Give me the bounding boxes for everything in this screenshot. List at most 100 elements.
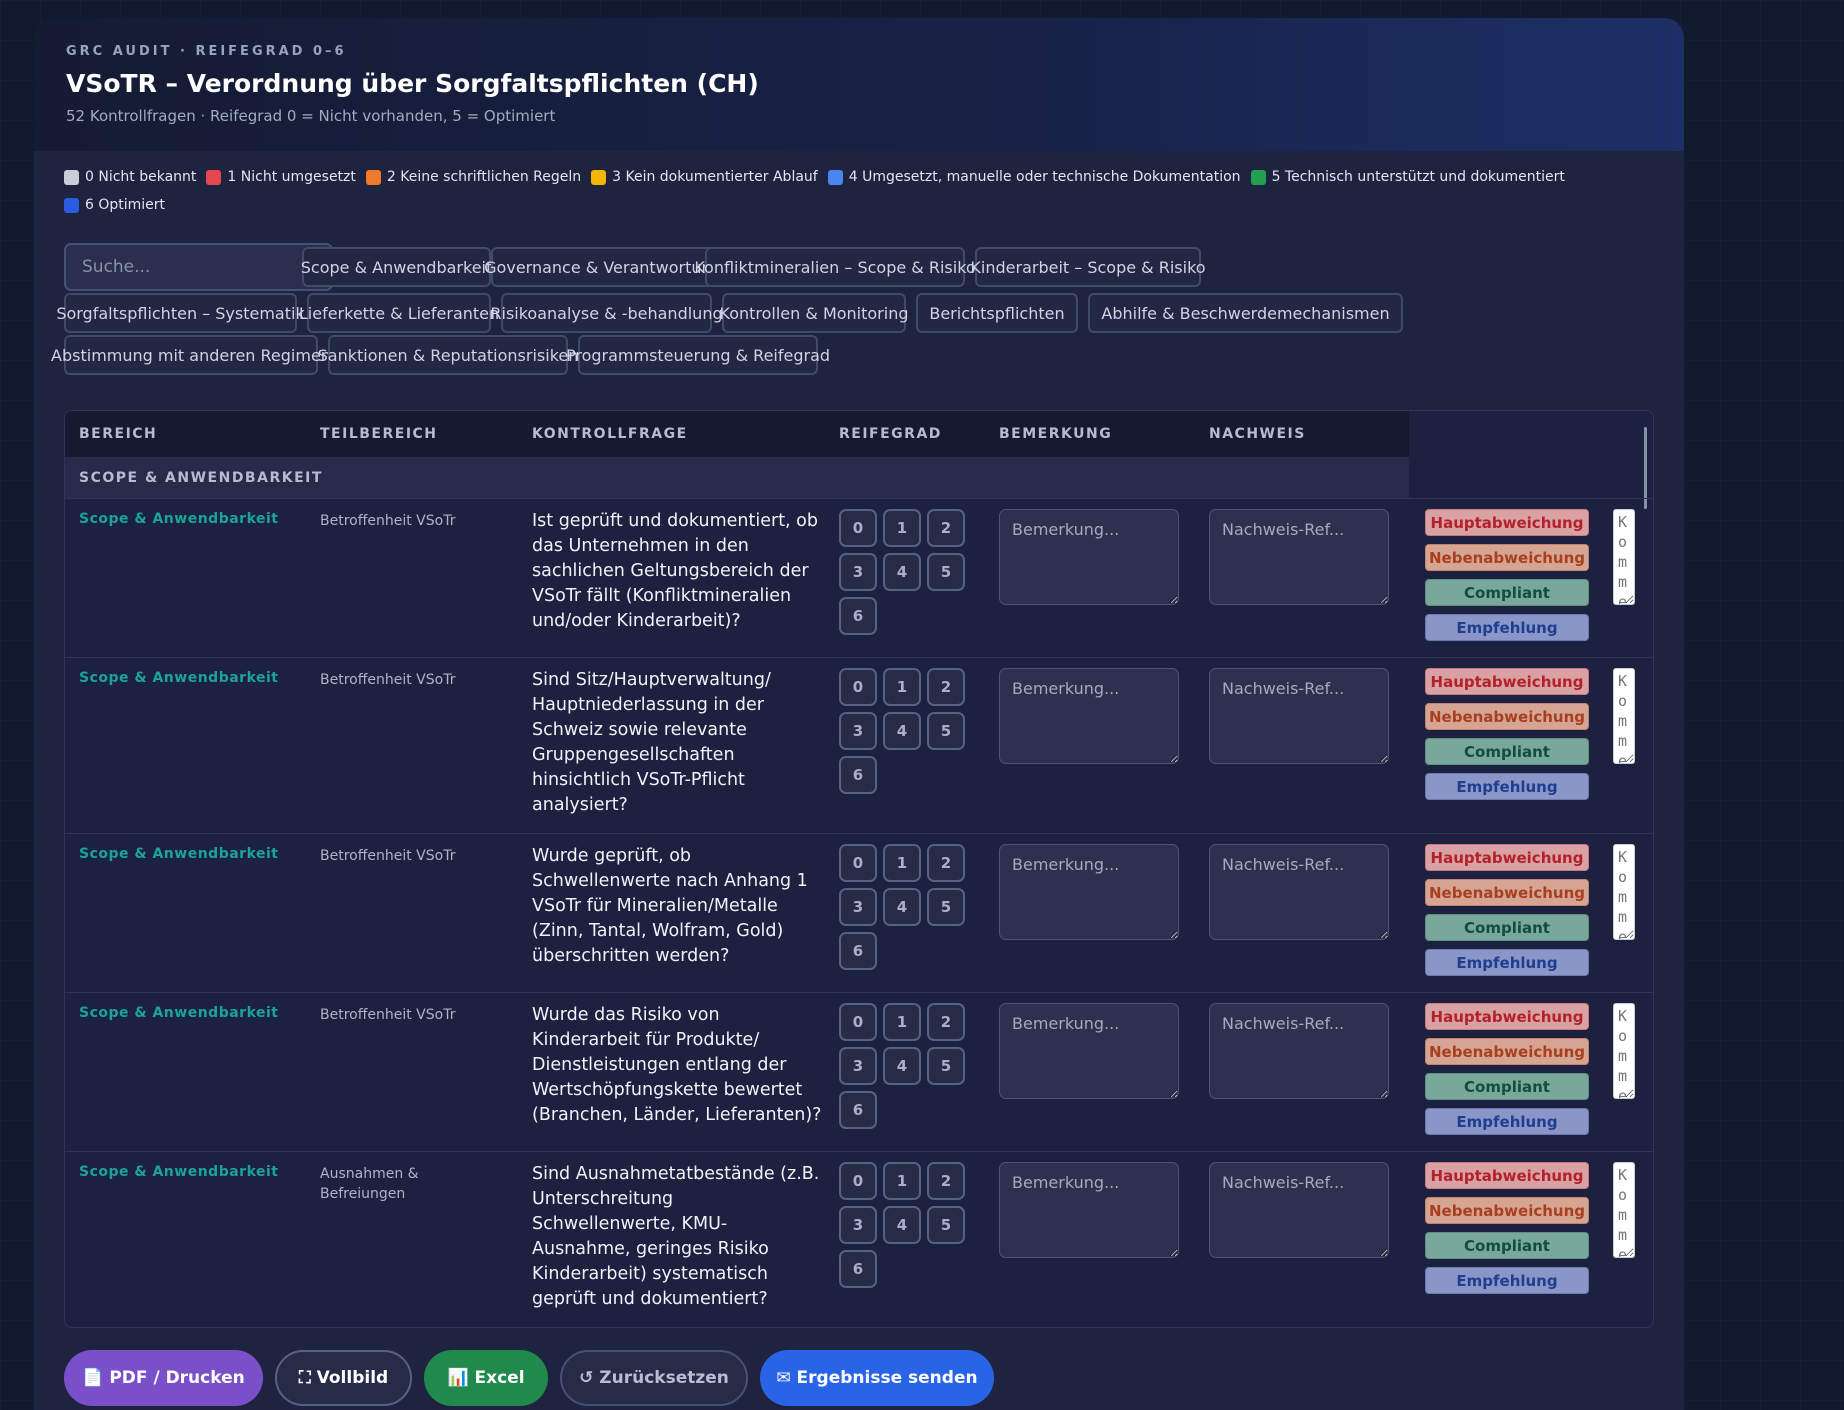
score-option-4[interactable]: 4 <box>883 888 921 926</box>
filter-chip[interactable]: Lieferkette & Lieferanten <box>299 293 499 333</box>
filter-chip[interactable]: Abstimmung mit anderen Regimen <box>51 335 331 375</box>
reset-button[interactable]: ↺ Zurücksetzen <box>560 1350 748 1406</box>
score-option-3[interactable]: 3 <box>839 712 877 750</box>
filter-chip[interactable]: Governance & Verantwortung <box>484 247 722 287</box>
pdf-print-button[interactable]: 📄 PDF / Drucken <box>64 1350 263 1406</box>
tag-hauptabweichung[interactable]: Hauptabweichung <box>1425 668 1589 695</box>
evidence-field[interactable] <box>1209 668 1389 764</box>
filter-chip[interactable]: Berichtspflichten <box>916 293 1078 333</box>
score-option-3[interactable]: 3 <box>839 1047 877 1085</box>
table-row: Scope & Anwendbarkeit Betroffenheit VSoTr… <box>65 657 1653 833</box>
page-subtitle: 52 Kontrollfragen · Reifegrad 0 = Nicht … <box>66 107 556 125</box>
score-option-2[interactable]: 2 <box>927 1003 965 1041</box>
excel-export-button[interactable]: 📊 Excel <box>424 1350 548 1406</box>
send-results-button[interactable]: ✉ Ergebnisse senden <box>760 1350 994 1406</box>
score-option-1[interactable]: 1 <box>883 844 921 882</box>
filter-chip[interactable]: Kinderarbeit – Scope & Risiko <box>970 247 1206 287</box>
remark-field[interactable] <box>999 1162 1179 1258</box>
score-option-1[interactable]: 1 <box>883 1003 921 1041</box>
score-option-5[interactable]: 5 <box>927 1047 965 1085</box>
filter-chip[interactable]: Sanktionen & Reputationsrisiken <box>318 335 578 375</box>
legend-label: 3 Kein dokumentierter Ablauf <box>612 169 818 185</box>
remark-field[interactable] <box>999 668 1179 764</box>
evidence-field[interactable] <box>1209 1003 1389 1099</box>
tag-empfehlung[interactable]: Empfehlung <box>1425 614 1589 641</box>
score-option-0[interactable]: 0 <box>839 1003 877 1041</box>
tag-nebenabweichung[interactable]: Nebenabweichung <box>1425 544 1589 571</box>
comment-field[interactable] <box>1613 1162 1635 1258</box>
score-option-1[interactable]: 1 <box>883 1162 921 1200</box>
fullscreen-button[interactable]: ⛶ Vollbild <box>275 1350 412 1406</box>
tag-compliant[interactable]: Compliant <box>1425 1073 1589 1100</box>
remark-field[interactable] <box>999 1003 1179 1099</box>
score-option-1[interactable]: 1 <box>883 509 921 547</box>
tag-empfehlung[interactable]: Empfehlung <box>1425 949 1589 976</box>
evidence-field[interactable] <box>1209 509 1389 605</box>
remark-field[interactable] <box>999 844 1179 940</box>
score-option-3[interactable]: 3 <box>839 553 877 591</box>
score-option-6[interactable]: 6 <box>839 1091 877 1129</box>
tag-compliant[interactable]: Compliant <box>1425 914 1589 941</box>
score-option-3[interactable]: 3 <box>839 1206 877 1244</box>
filter-chip[interactable]: Abhilfe & Beschwerdemechanismen <box>1088 293 1403 333</box>
maturity-legend: 0 Nicht bekannt 1 Nicht umgesetzt 2 Keine … <box>34 151 1614 213</box>
score-option-3[interactable]: 3 <box>839 888 877 926</box>
tag-nebenabweichung[interactable]: Nebenabweichung <box>1425 879 1589 906</box>
legend-item: 1 Nicht umgesetzt <box>206 169 356 185</box>
score-option-2[interactable]: 2 <box>927 1162 965 1200</box>
evidence-field[interactable] <box>1209 1162 1389 1258</box>
cell-kontrollfrage: Ist geprüft und dokumentiert, ob das Unt… <box>532 511 818 631</box>
score-option-1[interactable]: 1 <box>883 668 921 706</box>
score-option-5[interactable]: 5 <box>927 553 965 591</box>
filter-chip[interactable]: Kontrollen & Monitoring <box>720 293 909 333</box>
filter-chip[interactable]: Sorgfaltspflichten – Systematik <box>56 293 305 333</box>
evidence-field[interactable] <box>1209 844 1389 940</box>
score-option-6[interactable]: 6 <box>839 756 877 794</box>
score-option-4[interactable]: 4 <box>883 553 921 591</box>
score-option-2[interactable]: 2 <box>927 509 965 547</box>
score-option-6[interactable]: 6 <box>839 1250 877 1288</box>
comment-field[interactable] <box>1613 668 1635 764</box>
tag-empfehlung[interactable]: Empfehlung <box>1425 1108 1589 1135</box>
score-option-6[interactable]: 6 <box>839 597 877 635</box>
comment-field[interactable] <box>1613 844 1635 940</box>
scrollbar[interactable] <box>1644 427 1647 509</box>
score-option-5[interactable]: 5 <box>927 1206 965 1244</box>
tag-hauptabweichung[interactable]: Hauptabweichung <box>1425 1162 1589 1189</box>
tag-compliant[interactable]: Compliant <box>1425 1232 1589 1259</box>
filter-chip[interactable]: Scope & Anwendbarkeit <box>301 247 492 287</box>
score-option-4[interactable]: 4 <box>883 712 921 750</box>
tag-empfehlung[interactable]: Empfehlung <box>1425 1267 1589 1294</box>
comment-field[interactable] <box>1613 1003 1635 1099</box>
remark-field[interactable] <box>999 509 1179 605</box>
search-input[interactable] <box>64 243 333 291</box>
score-option-2[interactable]: 2 <box>927 668 965 706</box>
score-option-0[interactable]: 0 <box>839 509 877 547</box>
score-option-5[interactable]: 5 <box>927 888 965 926</box>
tag-compliant[interactable]: Compliant <box>1425 579 1589 606</box>
filter-chip[interactable]: Konfliktmineralien – Scope & Risiko <box>694 247 976 287</box>
comment-field[interactable] <box>1613 509 1635 605</box>
cell-bereich: Scope & Anwendbarkeit <box>79 1164 279 1180</box>
score-option-0[interactable]: 0 <box>839 1162 877 1200</box>
cell-kontrollfrage: Sind Sitz/Hauptverwaltung/ Hauptniederla… <box>532 670 771 815</box>
score-option-0[interactable]: 0 <box>839 668 877 706</box>
tag-nebenabweichung[interactable]: Nebenabweichung <box>1425 703 1589 730</box>
tag-hauptabweichung[interactable]: Hauptabweichung <box>1425 1003 1589 1030</box>
tag-empfehlung[interactable]: Empfehlung <box>1425 773 1589 800</box>
score-option-2[interactable]: 2 <box>927 844 965 882</box>
filter-chip[interactable]: Risikoanalyse & -behandlung <box>490 293 723 333</box>
legend-item: 2 Keine schriftlichen Regeln <box>365 169 581 185</box>
score-option-0[interactable]: 0 <box>839 844 877 882</box>
tag-nebenabweichung[interactable]: Nebenabweichung <box>1425 1038 1589 1065</box>
tag-hauptabweichung[interactable]: Hauptabweichung <box>1425 509 1589 536</box>
score-option-4[interactable]: 4 <box>883 1206 921 1244</box>
tag-hauptabweichung[interactable]: Hauptabweichung <box>1425 844 1589 871</box>
tag-nebenabweichung[interactable]: Nebenabweichung <box>1425 1197 1589 1224</box>
score-option-5[interactable]: 5 <box>927 712 965 750</box>
tag-compliant[interactable]: Compliant <box>1425 738 1589 765</box>
score-option-4[interactable]: 4 <box>883 1047 921 1085</box>
cell-bereich: Scope & Anwendbarkeit <box>79 846 279 862</box>
filter-chip[interactable]: Programmsteuerung & Reifegrad <box>566 335 830 375</box>
score-option-6[interactable]: 6 <box>839 932 877 970</box>
